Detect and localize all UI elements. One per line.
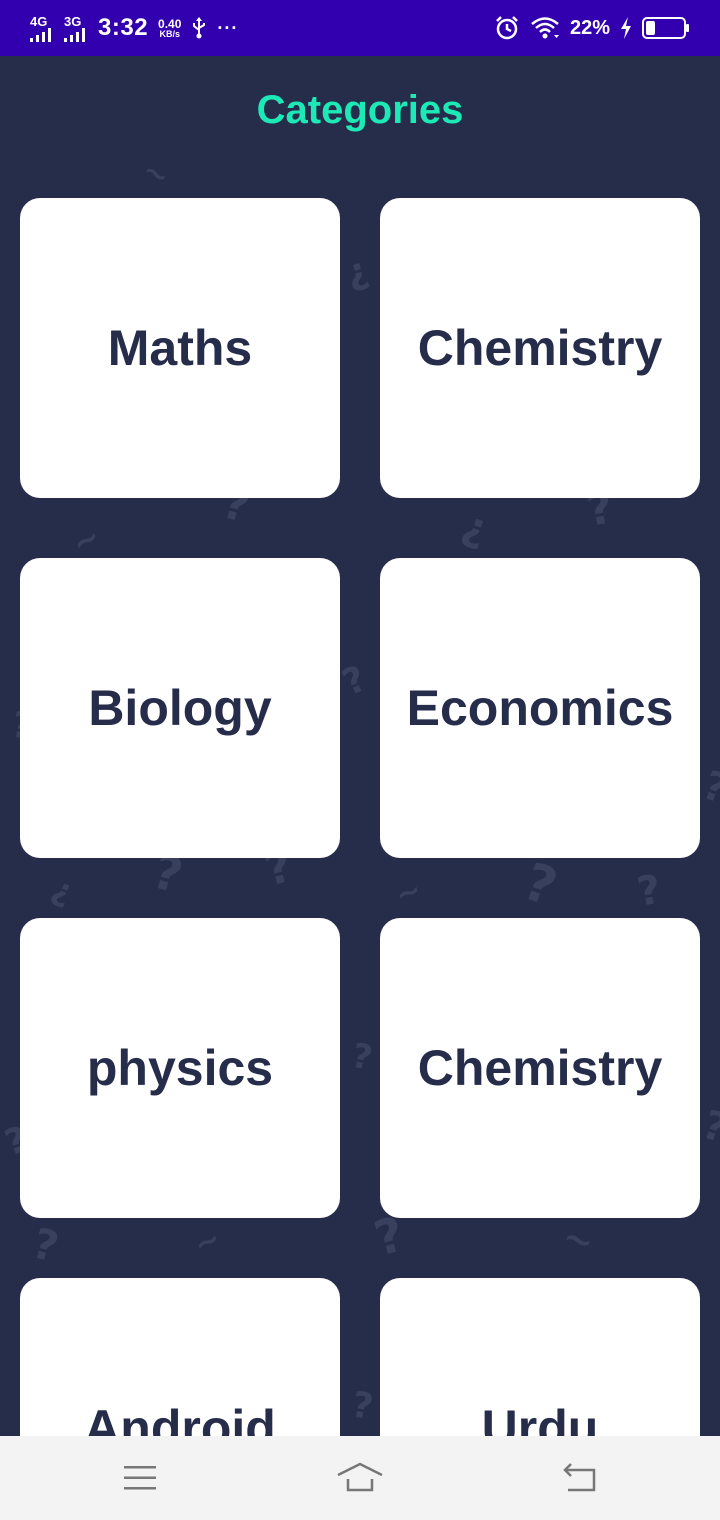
category-card-physics[interactable]: physics (20, 918, 340, 1218)
usb-icon (193, 17, 206, 39)
wifi-icon (531, 17, 559, 39)
category-card-biology[interactable]: Biology (20, 558, 340, 858)
category-card-maths[interactable]: Maths (20, 198, 340, 498)
speed-unit: KB/s (159, 28, 180, 39)
category-grid: Maths Chemistry Biology Economics physic… (0, 198, 720, 1436)
category-card-chemistry[interactable]: Chemistry (380, 198, 700, 498)
network-3g-label: 3G (64, 13, 82, 29)
back-button[interactable] (550, 1454, 610, 1502)
network-4g-label: 4G (30, 13, 48, 29)
back-icon (563, 1463, 596, 1492)
category-card-urdu[interactable]: Urdu (380, 1278, 700, 1436)
speed-value: 0.40 (158, 16, 182, 31)
battery-percent: 22% (569, 16, 610, 39)
battery-icon (642, 17, 689, 39)
category-card-economics[interactable]: Economics (380, 558, 700, 858)
status-bar: 4G 3G 3:32 0.40 KB/s ··· 22% (0, 0, 720, 56)
clock: 3:32 (98, 14, 149, 41)
network-4g: 4G (30, 15, 54, 42)
charging-icon (621, 17, 631, 39)
svg-text:~: ~ (136, 153, 175, 196)
more-notifications: ··· (217, 17, 239, 38)
network-3g: 3G (64, 15, 88, 42)
signal-icon (64, 27, 85, 42)
network-speed: 0.40 KB/s (158, 18, 181, 39)
signal-icon (30, 27, 51, 42)
menu-icon (124, 1466, 156, 1490)
home-button[interactable] (330, 1454, 390, 1502)
menu-button[interactable] (110, 1454, 170, 1502)
system-nav-bar (0, 1436, 720, 1520)
page-title: Categories (256, 88, 464, 132)
alarm-icon (496, 16, 518, 40)
category-card-chemistry-2[interactable]: Chemistry (380, 918, 700, 1218)
category-card-android[interactable]: Android (20, 1278, 340, 1436)
status-bar-left: 4G 3G 3:32 0.40 KB/s ··· (30, 10, 238, 46)
status-bar-right: 22% (494, 10, 690, 46)
home-icon (337, 1462, 383, 1492)
